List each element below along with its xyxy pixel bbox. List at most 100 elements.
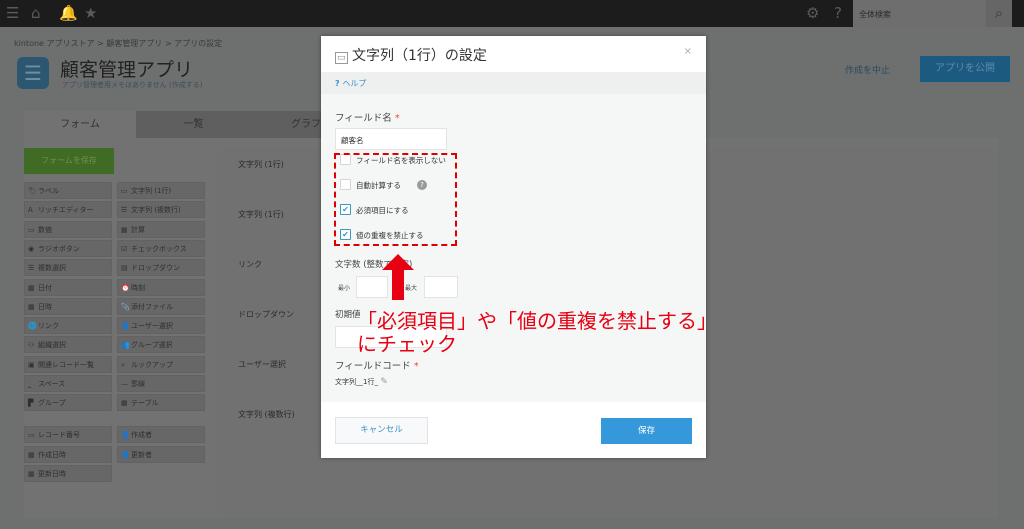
field-name-label: フィールド名 * (335, 110, 400, 124)
palette-item[interactable]: ▦ 更新日時 (24, 465, 112, 482)
dialog-footer: キャンセル 保存 (321, 402, 706, 458)
field-type-icon: ▭ (28, 431, 35, 439)
palette-item-label: 計算 (131, 225, 145, 234)
palette-item[interactable]: ☑ チェックボックス (117, 239, 205, 257)
memo-text: アプリ管理者用メモはありません (62, 81, 167, 89)
top-bar: ☰ ⌂ 🔔 ★ ⚙ ? 全体検索 ⌕ (0, 0, 1024, 27)
palette-item[interactable]: ☰ 文字列 (複数行) (117, 201, 205, 219)
field-type-icon: ▦ (28, 283, 35, 292)
palette-item[interactable]: ▛ グループ (24, 394, 112, 412)
field-type-icon: 🏷 (28, 187, 37, 195)
memo-create-link[interactable]: (作成する) (169, 81, 202, 89)
palette-item[interactable]: ⚇ 組織選択 (24, 336, 112, 354)
gear-icon[interactable]: ⚙ (806, 4, 819, 22)
field-name-input[interactable]: 顧客名 (335, 128, 447, 150)
palette-item-label: ラジオボタン (38, 244, 80, 253)
palette-item[interactable]: 👤更新者 (117, 445, 205, 463)
palette-item-label: 数値 (38, 225, 52, 234)
tab-list[interactable]: 一覧 (136, 111, 251, 138)
breadcrumb-item[interactable]: 顧客管理アプリ (106, 39, 162, 48)
highlight-box (334, 153, 457, 246)
palette-item[interactable]: ☰ 複数選択 (24, 259, 112, 277)
palette-item-label: 複数選択 (38, 264, 66, 273)
breadcrumb-item[interactable]: kintone アプリストア (14, 39, 95, 48)
max-chars-input[interactable] (424, 276, 458, 298)
field-type-icon: ▦ (28, 450, 35, 459)
field-type-icon: 🌐 (28, 322, 37, 331)
palette-item[interactable]: 📎添付ファイル (117, 297, 205, 315)
form-field-label[interactable]: ユーザー選択 (238, 359, 286, 370)
field-type-icon: ⚇ (28, 341, 35, 350)
field-type-icon: ⏰ (121, 283, 130, 292)
palette-item[interactable]: ▤ ドロップダウン (117, 259, 205, 277)
form-field-label[interactable]: 文字列 (1行) (238, 209, 284, 220)
palette-item[interactable]: ▦ 計算 (117, 220, 205, 238)
palette-item-label: 文字列 (複数行) (131, 206, 181, 215)
field-type-icon: ◉ (28, 244, 35, 253)
palette-item[interactable]: ▦ 日付 (24, 278, 112, 296)
palette-item[interactable]: ▦ テーブル (117, 394, 205, 412)
palette-item-label: グループ (38, 399, 66, 408)
palette-item[interactable]: ▭ 数値 (24, 220, 112, 238)
breadcrumb-separator: > (164, 39, 172, 48)
field-name-label-text: フィールド名 (335, 113, 392, 124)
palette-item-label: 添付ファイル (131, 302, 173, 311)
palette-item-label: ドロップダウン (131, 264, 180, 273)
palette-item-label: 組織選択 (38, 341, 66, 350)
palette-item[interactable]: ▭ 文字列 (1行) (117, 182, 205, 199)
palette-item[interactable]: ⎵ スペース (24, 375, 112, 392)
palette-item[interactable]: 👤作成者 (117, 426, 205, 443)
palette-item[interactable]: ⌕ ルックアップ (117, 355, 205, 373)
palette-item[interactable]: ⏰時刻 (117, 278, 205, 296)
palette-item[interactable]: 👤ユーザー選択 (117, 317, 205, 335)
palette-item[interactable]: 🌐リンク (24, 317, 112, 335)
palette-item[interactable]: — 罫線 (117, 375, 205, 392)
palette-item[interactable]: ◉ ラジオボタン (24, 239, 112, 257)
field-type-icon: ☰ (28, 264, 35, 273)
form-field-label[interactable]: ドロップダウン (238, 309, 294, 320)
search-input[interactable]: 全体検索 (853, 0, 986, 27)
menu-icon[interactable]: ☰ (6, 4, 19, 22)
palette-item-label: チェックボックス (131, 244, 187, 253)
field-code-text: 文字列__1行_ (335, 378, 378, 386)
field-type-icon: ⌕ (121, 360, 125, 369)
cancel-button[interactable]: キャンセル (335, 417, 428, 444)
field-type-icon: ▤ (121, 264, 128, 273)
bell-icon[interactable]: 🔔 (59, 4, 78, 22)
tab-form[interactable]: フォーム (24, 111, 136, 138)
help-link[interactable]: ? ヘルプ (321, 72, 706, 94)
search-icon[interactable]: ⌕ (986, 0, 1012, 27)
cancel-creation-link[interactable]: 作成を中止 (845, 63, 890, 76)
palette-item-label: ルックアップ (131, 360, 173, 369)
palette-item-label: レコード番号 (38, 431, 80, 439)
palette-item[interactable]: ▦ 日時 (24, 297, 112, 315)
help-label: ヘルプ (342, 79, 367, 88)
star-icon[interactable]: ★ (84, 4, 97, 22)
field-type-icon: ▛ (28, 399, 34, 408)
palette-item[interactable]: ▦ 作成日時 (24, 445, 112, 463)
save-form-button[interactable]: フォームを保存 (24, 148, 114, 174)
publish-app-button[interactable]: アプリを公開 (920, 56, 1010, 82)
palette-item-label: 日付 (38, 283, 52, 292)
close-icon[interactable]: × (684, 46, 692, 57)
palette-item[interactable]: 🏷ラベル (24, 182, 112, 199)
edit-icon[interactable]: ✎ (380, 377, 388, 387)
palette-item[interactable]: ▣ 関連レコード一覧 (24, 355, 112, 373)
palette-item-label: 時刻 (131, 283, 145, 292)
help-icon[interactable]: ? (834, 4, 842, 22)
field-type-icon: ▦ (121, 225, 128, 234)
field-type-icon: ▣ (28, 360, 35, 369)
palette-item-label: リッチエディター (38, 206, 94, 215)
home-icon[interactable]: ⌂ (31, 4, 41, 22)
field-type-icon: — (121, 380, 128, 388)
palette-item[interactable]: ▭ レコード番号 (24, 426, 112, 443)
form-field-label[interactable]: 文字列 (複数行) (238, 409, 295, 420)
form-field-label[interactable]: 文字列 (1行) (238, 159, 284, 170)
save-button[interactable]: 保存 (601, 418, 692, 444)
field-type-icon: 👤 (121, 450, 130, 459)
palette-item-label: テーブル (131, 399, 159, 408)
field-type-icon: ⎵ (28, 380, 31, 388)
palette-item[interactable]: 👥グループ選択 (117, 336, 205, 354)
palette-item[interactable]: A リッチエディター (24, 201, 112, 219)
form-field-label[interactable]: リンク (238, 259, 262, 270)
